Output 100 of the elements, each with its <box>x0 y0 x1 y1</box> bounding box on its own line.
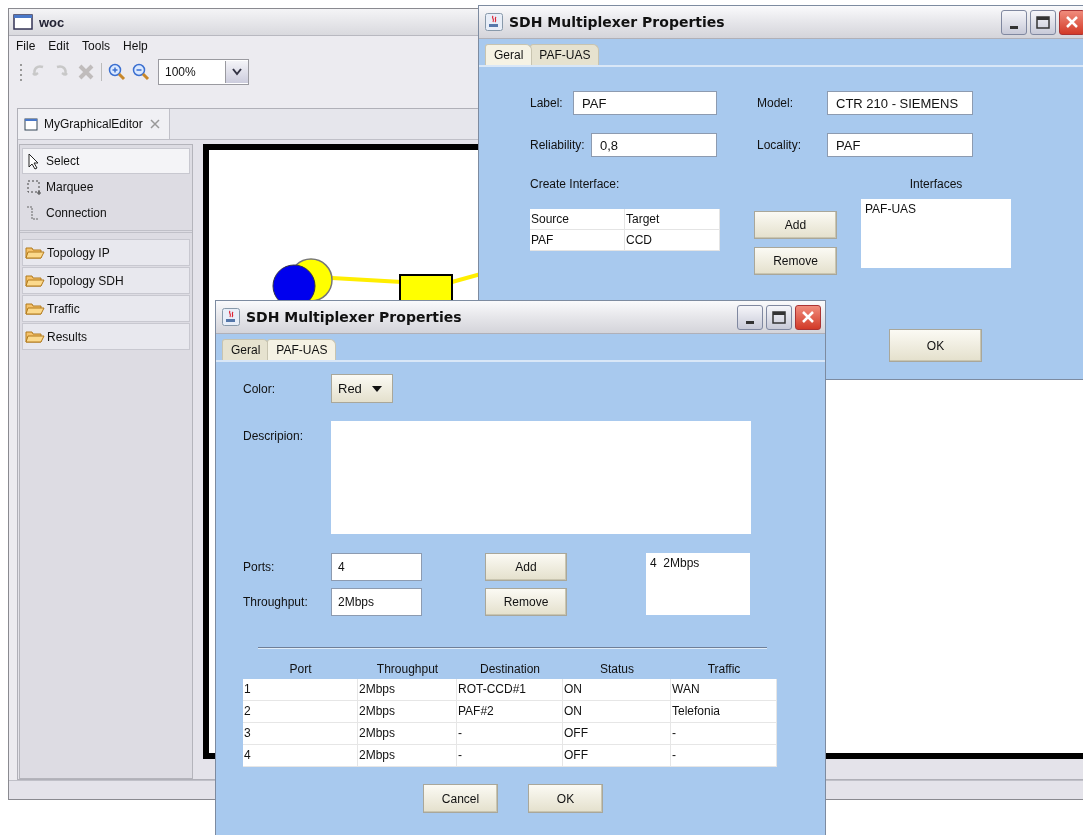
button[interactable]: Add <box>485 553 567 581</box>
minimize-icon <box>1010 25 1018 29</box>
tab[interactable]: PAF-UAS <box>530 44 600 65</box>
list-item[interactable]: 4 2Mbps <box>650 556 746 570</box>
tab[interactable]: Geral <box>485 44 533 65</box>
minimize-button[interactable] <box>737 304 763 330</box>
folder-icon <box>25 301 45 316</box>
palette-drawer[interactable]: Traffic <box>22 295 190 322</box>
text-field[interactable]: CTR 210 - SIEMENS <box>827 91 973 115</box>
table-cell: - <box>671 723 777 745</box>
maximize-icon <box>772 310 786 324</box>
tab-title: MyGraphicalEditor <box>44 117 143 131</box>
table-cell: CCD <box>625 230 720 251</box>
button[interactable]: Add <box>754 211 837 239</box>
table-cell: - <box>457 723 563 745</box>
close-icon <box>1065 15 1079 29</box>
editor-tab[interactable]: MyGraphicalEditor <box>18 109 170 139</box>
button[interactable]: Remove <box>485 588 567 616</box>
table-cell: ON <box>563 679 671 701</box>
column-header: Status <box>599 661 635 678</box>
maximize-icon <box>1036 15 1050 29</box>
dropdown-arrow-icon <box>371 385 382 392</box>
palette-drawer[interactable]: Results <box>22 323 190 350</box>
table-cell: 2Mbps <box>358 701 457 723</box>
toolbar-grip <box>19 62 23 82</box>
field-label: Throughput: <box>243 595 309 609</box>
text-field[interactable]: PAF <box>827 133 973 157</box>
close-icon <box>148 118 161 130</box>
button[interactable]: Remove <box>754 247 837 275</box>
maximize-button[interactable] <box>1030 9 1056 35</box>
color-dropdown[interactable]: Red <box>331 374 393 403</box>
folder-icon <box>25 273 45 288</box>
column-header: Source <box>530 209 625 230</box>
folder-icon <box>25 329 45 344</box>
zoom-combo[interactable]: 100% <box>158 59 249 85</box>
table-cell: Telefonia <box>671 701 777 723</box>
maximize-button[interactable] <box>766 304 792 330</box>
field-label: Descripion: <box>243 428 305 443</box>
window-title: SDH Multiplexer Properties <box>509 14 726 30</box>
java-cup-icon <box>222 308 240 326</box>
button[interactable]: Cancel <box>423 784 498 813</box>
column-header: Throughput <box>375 661 440 678</box>
minimize-button[interactable] <box>1001 9 1027 35</box>
field-label: Create Interface: <box>530 177 621 191</box>
window-icon <box>24 117 38 131</box>
table-cell: 2Mbps <box>358 723 457 745</box>
table-cell: ON <box>563 701 671 723</box>
tab[interactable]: PAF-UAS <box>267 339 337 360</box>
field-label: Color: <box>243 381 276 396</box>
table-cell: 4 <box>243 745 358 767</box>
minimize-icon <box>746 320 754 324</box>
text-field[interactable]: 2Mbps <box>331 588 422 616</box>
field-label: Ports: <box>243 560 276 574</box>
window-icon <box>13 14 33 30</box>
field-label: Locality: <box>757 138 802 152</box>
table-cell: ROT-CCD#1 <box>457 679 563 701</box>
palette-drawer[interactable]: Topology SDH <box>22 267 190 294</box>
text-field[interactable]: 0,8 <box>591 133 717 157</box>
list-item[interactable]: PAF-UAS <box>865 202 1007 216</box>
palette-tool[interactable]: Connection <box>22 200 190 226</box>
table-cell: 2 <box>243 701 358 723</box>
close-button[interactable] <box>795 304 821 330</box>
marquee-icon <box>26 178 42 196</box>
window-title: SDH Multiplexer Properties <box>246 309 463 325</box>
column-header: Traffic <box>706 661 742 678</box>
zoom-out-icon[interactable] <box>132 63 150 81</box>
java-cup-icon <box>485 13 503 31</box>
zoom-in-icon[interactable] <box>108 63 126 81</box>
menu-item[interactable]: Tools <box>81 39 112 55</box>
field-label: Reliability: <box>530 138 585 152</box>
table-cell: PAF <box>530 230 625 251</box>
list-heading: Interfaces <box>908 177 964 191</box>
table-cell: 2Mbps <box>358 745 457 767</box>
column-header: Port <box>288 661 313 678</box>
window-title: woc <box>39 14 65 30</box>
menu-item[interactable]: Help <box>122 39 149 55</box>
table-cell: PAF#2 <box>457 701 563 723</box>
text-field[interactable]: PAF <box>573 91 717 115</box>
table-cell: 1 <box>243 679 358 701</box>
close-button[interactable] <box>1059 9 1083 35</box>
description-field[interactable] <box>331 421 751 534</box>
menu-item[interactable]: File <box>15 39 37 55</box>
menu-item[interactable]: Edit <box>47 39 71 55</box>
table-cell: 2Mbps <box>358 679 457 701</box>
table-cell: - <box>457 745 563 767</box>
tab[interactable]: Geral <box>222 339 270 360</box>
button[interactable]: OK <box>528 784 603 813</box>
text-field[interactable]: 4 <box>331 553 422 581</box>
palette-drawer[interactable]: Topology IP <box>22 239 190 266</box>
table-cell: - <box>671 745 777 767</box>
column-header: Target <box>625 209 720 230</box>
table-cell: OFF <box>563 723 671 745</box>
table-cell: OFF <box>563 745 671 767</box>
palette-tool[interactable]: Select <box>22 148 190 174</box>
field-label: Label: <box>530 96 563 110</box>
close-icon <box>801 310 815 324</box>
table-cell: WAN <box>671 679 777 701</box>
folder-icon <box>25 245 45 260</box>
palette-tool[interactable]: Marquee <box>22 174 190 200</box>
button[interactable]: OK <box>889 329 982 362</box>
